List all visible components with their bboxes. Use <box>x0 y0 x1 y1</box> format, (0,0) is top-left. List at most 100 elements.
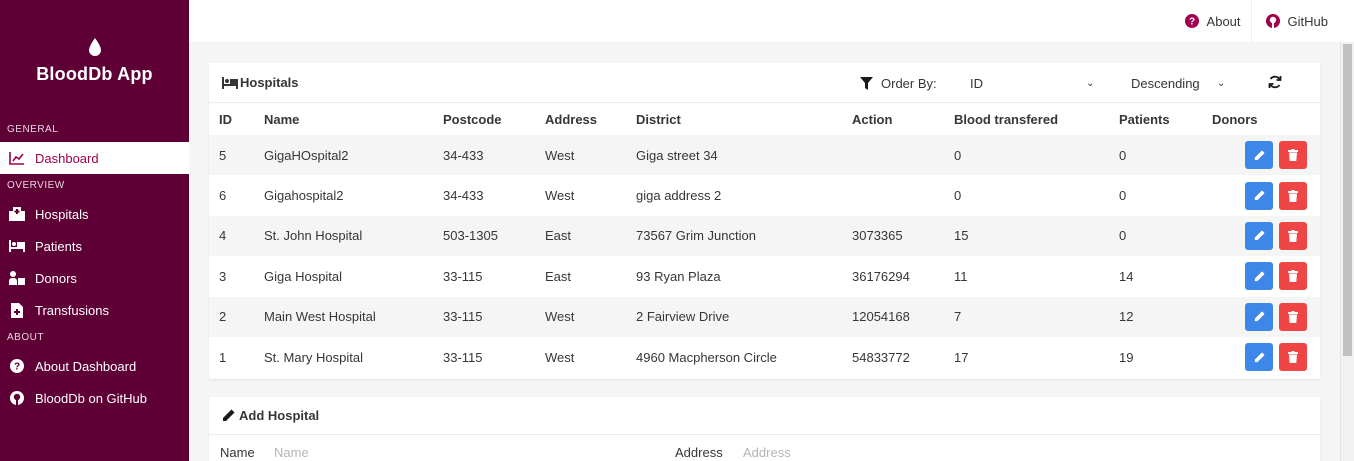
github-icon <box>1265 14 1280 28</box>
cell-address: West <box>545 349 575 365</box>
blood-drop-icon <box>88 37 101 56</box>
row-actions <box>1212 302 1320 331</box>
cell-blood-transfered: 7 <box>954 309 962 325</box>
table-row: 5 GigaHOspital2 34-433 West Giga street 34 0 0 <box>209 135 1320 176</box>
sidebar-item-github[interactable]: BloodDb on GitHub <box>0 382 189 414</box>
address-label: Address <box>675 444 723 460</box>
pencil-icon <box>1254 190 1265 201</box>
delete-button[interactable] <box>1279 181 1307 210</box>
cell-postcode: 33-115 <box>443 268 483 284</box>
cell-address: East <box>545 268 572 284</box>
scrollbar[interactable] <box>1340 42 1354 461</box>
scrollbar-thumb[interactable] <box>1343 44 1352 356</box>
order-by-value: ID <box>970 75 983 91</box>
menu-label-general: General <box>7 124 59 135</box>
hospital-icon <box>9 206 25 222</box>
svg-text:?: ? <box>1188 17 1194 28</box>
trash-icon <box>1288 270 1298 283</box>
sidebar-item-label: BloodDb on GitHub <box>35 390 148 406</box>
cell-row-actions <box>1212 337 1320 377</box>
svg-text:?: ? <box>14 362 20 373</box>
order-by-select[interactable]: ID ⌄ <box>970 63 1096 103</box>
cell-blood-transfered: 0 <box>954 188 962 204</box>
brand: BloodDb App <box>0 0 189 118</box>
cell-name: GigaHOspital2 <box>264 147 349 163</box>
sidebar-item-label: Dashboard <box>35 150 99 166</box>
about-link-label: About <box>1206 13 1241 29</box>
cell-patients: 0 <box>1119 188 1127 204</box>
name-label: Name <box>220 444 255 460</box>
add-hospital-header: Add Hospital <box>209 397 1320 435</box>
pencil-icon <box>1254 271 1265 282</box>
edit-button[interactable] <box>1245 343 1273 372</box>
question-circle-icon: ? <box>9 358 25 374</box>
cell-district: Giga street 34 <box>636 147 718 163</box>
sidebar-item-donors[interactable]: Donors <box>0 262 189 294</box>
bed-icon <box>222 76 238 89</box>
row-actions <box>1212 262 1320 291</box>
brand-title: BloodDb App <box>36 63 153 84</box>
address-input[interactable] <box>743 444 1043 460</box>
direction-select[interactable]: Descending ⌄ <box>1131 63 1231 103</box>
cell-patients: 0 <box>1119 228 1127 244</box>
sidebar-item-dashboard[interactable]: Dashboard <box>0 142 189 174</box>
cell-id: 1 <box>219 349 227 365</box>
sidebar-item-hospitals[interactable]: Hospitals <box>0 198 189 230</box>
cell-name: Main West Hospital <box>264 309 376 325</box>
add-hospital-card: Add Hospital Name Address <box>209 397 1320 461</box>
refresh-icon[interactable] <box>1268 75 1282 89</box>
sidebar-item-label: Patients <box>35 238 82 254</box>
pencil-icon <box>222 409 235 422</box>
cell-name: St. John Hospital <box>264 228 363 244</box>
sidebar-item-label: About Dashboard <box>35 358 137 374</box>
order-by-label: Order By: <box>881 75 937 91</box>
pencil-icon <box>1254 311 1265 322</box>
cell-address: East <box>545 228 572 244</box>
cell-district: 4960 Macpherson Circle <box>636 349 777 365</box>
edit-button[interactable] <box>1245 181 1273 210</box>
col-action: Action <box>852 111 893 127</box>
trash-icon <box>1288 229 1298 242</box>
col-id: ID <box>219 111 232 127</box>
cell-action: 36176294 <box>852 268 910 284</box>
github-link[interactable]: GitHub <box>1250 0 1354 42</box>
cell-row-actions <box>1212 135 1320 175</box>
row-actions <box>1212 221 1320 250</box>
cell-postcode: 34-433 <box>443 147 484 163</box>
sidebar-item-label: Hospitals <box>35 206 89 222</box>
sidebar-item-label: Transfusions <box>35 302 109 318</box>
cell-district: 2 Fairview Drive <box>636 309 730 325</box>
sidebar-item-patients[interactable]: Patients <box>0 230 189 262</box>
pencil-icon <box>1254 150 1265 160</box>
cell-postcode: 503-1305 <box>443 228 498 244</box>
delete-button[interactable] <box>1279 221 1307 250</box>
sidebar-item-transfusions[interactable]: Transfusions <box>0 294 189 326</box>
cell-row-actions <box>1212 256 1320 296</box>
add-hospital-form: Name Address <box>209 435 1320 461</box>
delete-button[interactable] <box>1279 343 1307 372</box>
about-link[interactable]: ? About <box>1171 0 1251 42</box>
edit-button[interactable] <box>1245 221 1273 250</box>
edit-button[interactable] <box>1245 302 1273 331</box>
cell-row-actions <box>1212 175 1320 215</box>
donor-icon <box>9 270 25 286</box>
hospitals-card-title: Hospitals <box>240 75 299 90</box>
cell-action <box>852 175 954 215</box>
cell-name: Giga Hospital <box>264 268 343 284</box>
col-address: Address <box>545 111 598 127</box>
delete-button[interactable] <box>1279 141 1307 170</box>
delete-button[interactable] <box>1279 302 1307 331</box>
add-hospital-title: Add Hospital <box>239 408 320 423</box>
cell-blood-transfered: 0 <box>954 147 962 163</box>
sidebar-item-about-dashboard[interactable]: ? About Dashboard <box>0 350 189 382</box>
delete-button[interactable] <box>1279 262 1307 291</box>
edit-button[interactable] <box>1245 141 1273 170</box>
edit-button[interactable] <box>1245 262 1273 291</box>
cell-district: giga address 2 <box>636 188 722 204</box>
chevron-down-icon: ⌄ <box>1086 77 1095 89</box>
table-row: 3 Giga Hospital 33-115 East 93 Ryan Plaza 361… <box>209 256 1320 296</box>
col-blood-transfered: Blood transfered <box>954 111 1059 127</box>
cell-patients: 12 <box>1119 309 1134 325</box>
name-input[interactable] <box>274 444 654 460</box>
cell-id: 2 <box>219 309 227 325</box>
